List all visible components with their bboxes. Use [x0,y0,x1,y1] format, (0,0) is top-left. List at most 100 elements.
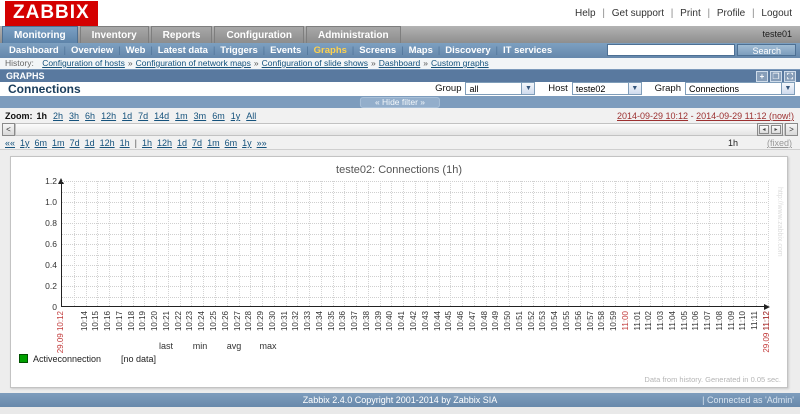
submenu-item-it-services[interactable]: IT services [498,44,557,57]
search-input[interactable] [606,44,735,56]
zoom-option-1m[interactable]: 1m [175,111,188,121]
nav-back-6m[interactable]: 6m [35,138,48,148]
zoom-option-3h[interactable]: 3h [69,111,79,121]
scrollbar-track[interactable] [15,123,785,136]
x-tick-label: 10:40 [385,311,395,332]
menu-tab-monitoring[interactable]: Monitoring [2,26,78,43]
history-link-5[interactable]: Custom graphs [431,58,489,68]
zoom-label: Zoom: [5,111,33,121]
search-button[interactable]: Search [737,44,796,56]
nav-back-1m[interactable]: 1m [52,138,65,148]
v-gridline [544,181,546,306]
zoom-option-14d[interactable]: 14d [154,111,169,121]
nav-back-1h[interactable]: 1h [120,138,130,148]
scroll-right-button[interactable]: > [785,123,798,136]
submenu-item-screens[interactable]: Screens [354,44,401,57]
legend-row: Activeconnection [no data] [19,354,156,364]
v-gridline [685,181,687,306]
submenu-item-maps[interactable]: Maps [404,44,438,57]
header-link-get-support[interactable]: Get support [612,8,664,19]
v-gridline [109,181,111,306]
history-link-2[interactable]: Configuration of network maps [136,58,251,68]
zoom-option-1y[interactable]: 1y [231,111,241,121]
period-from-link[interactable]: 2014-09-29 10:12 [617,111,688,121]
zoom-option-3m[interactable]: 3m [194,111,207,121]
nav-back-1d[interactable]: 1d [85,138,95,148]
v-gridline [768,181,769,306]
submenu-item-overview[interactable]: Overview [66,44,118,57]
header-link-profile[interactable]: Profile [717,8,745,19]
hide-filter-button[interactable]: « Hide filter » [359,97,441,108]
header-link-logout[interactable]: Logout [761,8,792,19]
menu-tab-administration[interactable]: Administration [306,26,401,43]
fullscreen-icon[interactable]: ⛶ [784,71,796,82]
x-tick-label: 10:26 [220,311,230,332]
v-gridline [603,181,605,306]
slider-left-grip[interactable]: ◂ [759,125,769,134]
slider-right-grip[interactable]: ▸ [771,125,781,134]
section-title: GRAPHS [6,71,45,81]
x-tick-label: 10:23 [185,311,195,332]
header-links: Help | Get support | Print | Profile | L… [575,8,792,19]
submenu-item-web[interactable]: Web [121,44,151,57]
nav-back-7d[interactable]: 7d [70,138,80,148]
header-link-print[interactable]: Print [680,8,701,19]
x-tick-label: 10:42 [409,311,418,332]
zoom-option-7d[interactable]: 7d [138,111,148,121]
zoom-option-all[interactable]: All [246,111,256,121]
zoom-option-1d[interactable]: 1d [122,111,132,121]
filter-toggle-bar: « Hide filter » [0,96,800,108]
header-link-help[interactable]: Help [575,8,596,19]
submenu-item-events[interactable]: Events [265,44,306,57]
group-select[interactable]: all ▼ [465,82,536,95]
submenu-item-triggers[interactable]: Triggers [215,44,263,57]
nav-fwd-farfar[interactable]: »» [257,138,267,148]
scrollbar-slider[interactable]: ◂ ▸ [757,123,783,136]
nav-fwd-1m[interactable]: 1m [207,138,220,148]
nav-fwd-1h[interactable]: 1h [142,138,152,148]
add-favourite-icon[interactable]: + [756,71,768,82]
menu-tab-configuration[interactable]: Configuration [214,26,305,43]
host-select[interactable]: teste02 ▼ [571,82,642,95]
x-tick-label: 10:53 [538,311,548,332]
menu-tab-reports[interactable]: Reports [150,26,213,43]
fixed-toggle-link[interactable]: (fixed) [767,138,792,148]
legend-col-last: last [158,341,173,351]
reset-icon[interactable]: ❐ [770,71,782,82]
submenu-item-discovery[interactable]: Discovery [440,44,495,57]
zoom-option-6m[interactable]: 6m [212,111,225,121]
nav-fwd-1y[interactable]: 1y [242,138,252,148]
menu-tab-inventory[interactable]: Inventory [79,26,149,43]
graph-header-row: Connections Group all ▼ Host teste02 ▼ Graph… [0,82,800,96]
v-gridline [356,181,358,306]
v-gridline [756,181,758,306]
scroll-left-button[interactable]: < [2,123,15,136]
v-gridline [720,181,722,306]
x-tick-label: 11:11 [750,311,760,330]
nav-fwd-12h[interactable]: 12h [157,138,172,148]
v-gridline [320,181,322,306]
zoom-option-6h[interactable]: 6h [85,111,95,121]
history-link-4[interactable]: Dashboard [379,58,421,68]
submenu-item-dashboard[interactable]: Dashboard [4,44,64,57]
footer-copyright: Zabbix 2.4.0 Copyright 2001-2014 by Zabb… [302,395,498,405]
graph-select[interactable]: Connections ▼ [685,82,795,95]
nav-back-farfar[interactable]: «« [5,138,15,148]
nav-fwd-6m[interactable]: 6m [225,138,238,148]
submenu-item-graphs[interactable]: Graphs [309,44,352,57]
period-to-link[interactable]: 2014-09-29 11:12 (now!) [696,111,794,121]
zoom-option-12h[interactable]: 12h [101,111,116,121]
history-link-3[interactable]: Configuration of slide shows [262,58,368,68]
nav-fwd-1d[interactable]: 1d [177,138,187,148]
history-link-1[interactable]: Configuration of hosts [42,58,125,68]
nav-back-1y[interactable]: 1y [20,138,30,148]
zoom-option-1h[interactable]: 1h [37,111,48,121]
x-tick-label: 10:43 [420,311,430,332]
x-tick-label: 10:47 [467,311,477,332]
nav-back-12h[interactable]: 12h [100,138,115,148]
v-gridline [226,181,228,306]
submenu-item-latest-data[interactable]: Latest data [153,44,213,57]
nav-fwd-7d[interactable]: 7d [192,138,202,148]
zoom-option-2h[interactable]: 2h [53,111,63,121]
v-gridline [203,181,205,306]
